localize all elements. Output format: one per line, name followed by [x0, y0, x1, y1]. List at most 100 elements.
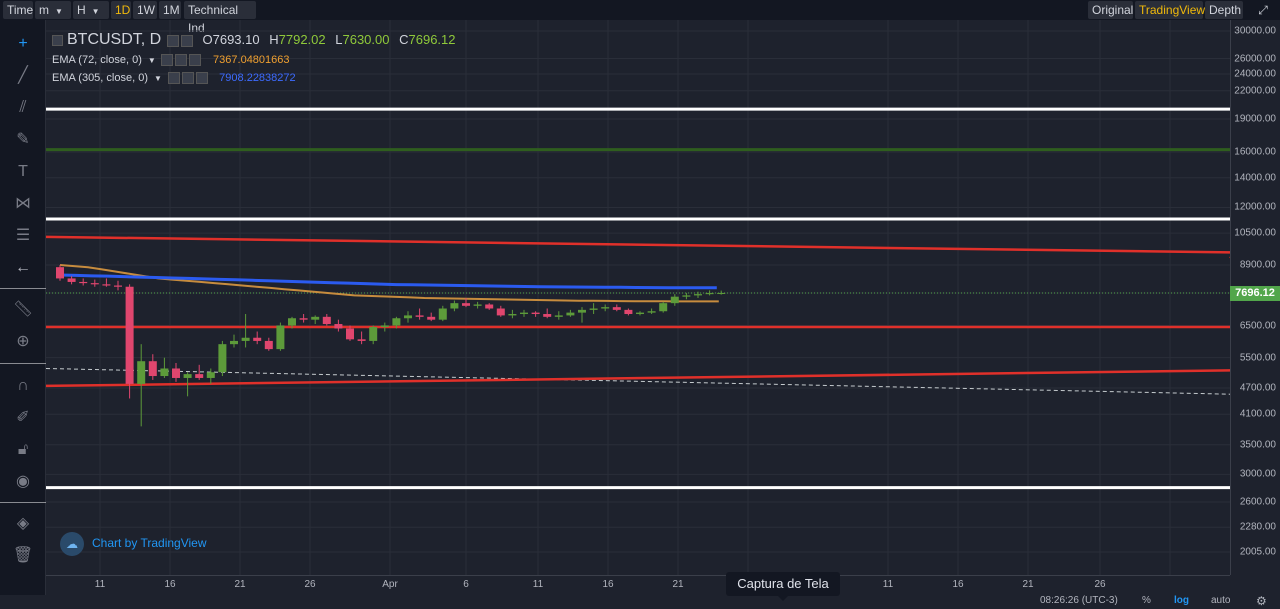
candle-body [288, 318, 296, 326]
trash-icon[interactable]: 🗑︎ [11, 544, 35, 568]
text-icon[interactable]: T [11, 160, 35, 184]
candle-body [508, 314, 517, 316]
candle-body [67, 278, 76, 282]
percent-toggle[interactable]: % [1142, 595, 1151, 606]
gear-icon[interactable]: ⚙ [1256, 594, 1267, 608]
candle-body [322, 316, 331, 325]
candle-body [543, 314, 552, 317]
chevron-down-icon[interactable]: ▼ [148, 56, 156, 65]
price-tick-label: 3000.00 [1239, 468, 1276, 480]
candle-body [473, 304, 482, 306]
current-price-badge: 7696.12 [1230, 286, 1280, 301]
trendline-icon[interactable]: ╱ [11, 64, 35, 88]
candle-body [357, 339, 366, 341]
unlock-icon[interactable]: 🔓︎ [11, 438, 35, 462]
depth-button[interactable]: Depth [1205, 1, 1243, 19]
legend-ohlc-row: BTCUSDT, D O7693.10 H7792.02 L7630.00 C7… [52, 31, 456, 49]
candle-body [485, 304, 494, 309]
interval-1w-button[interactable]: 1W [133, 1, 157, 19]
log-toggle[interactable]: log [1174, 595, 1189, 606]
candle-body [276, 325, 285, 350]
watermark-text: Chart by TradingView [92, 536, 207, 551]
price-tick-label: 2280.00 [1239, 521, 1276, 533]
settings-icon[interactable] [161, 53, 174, 66]
fullscreen-icon[interactable]: ⤢ [1250, 1, 1276, 19]
minutes-label: m [39, 3, 49, 17]
candle-body [636, 312, 644, 315]
price-tick-label: 26000.00 [1234, 53, 1276, 65]
candle-body [554, 315, 563, 317]
technical-indicators-button[interactable]: Technical Ind [184, 1, 256, 35]
interval-1m-button[interactable]: 1M [159, 1, 181, 19]
original-button[interactable]: Original [1088, 1, 1133, 19]
fib-icon[interactable]: ⫽ [11, 96, 35, 120]
candle-body [520, 312, 528, 315]
source-icon[interactable] [181, 71, 194, 84]
close-icon[interactable] [189, 53, 202, 66]
tradingview-watermark[interactable]: ☁ Chart by TradingView [60, 532, 207, 556]
zoom-in-icon[interactable]: ⊕ [11, 330, 35, 354]
collapse-icon[interactable] [52, 35, 63, 47]
ema305-line [59, 273, 717, 290]
crosshair-icon[interactable]: + [11, 32, 35, 56]
price-tick-label: 14000.00 [1234, 172, 1276, 184]
source-icon[interactable] [180, 34, 193, 47]
candle-body [195, 374, 204, 378]
hours-dropdown[interactable]: H ▼ [73, 1, 109, 19]
settings-icon[interactable] [166, 34, 179, 47]
ema72-label[interactable]: EMA (72, close, 0) [52, 54, 142, 66]
time-tick-label: 16 [952, 579, 964, 590]
back-arrow-icon[interactable]: ← [11, 256, 35, 280]
price-tick-label: 4100.00 [1239, 408, 1276, 420]
tooltip-text: Captura de Tela [737, 576, 829, 591]
legend-ema305-row: EMA (305, close, 0) ▼ 7908.22838272 [52, 69, 296, 84]
auto-toggle[interactable]: auto [1211, 595, 1230, 606]
candle-body [125, 286, 134, 384]
candle-body [311, 316, 320, 320]
tradingview-button[interactable]: TradingView [1135, 1, 1205, 19]
ruler-icon[interactable]: 📏︎ [11, 298, 35, 322]
settings-icon[interactable] [167, 71, 180, 84]
candle-body [369, 326, 378, 341]
pattern-icon[interactable]: ⋈ [11, 192, 35, 216]
top-toolbar: Time m ▼ H ▼ 1D 1W 1M Technical Ind Origin… [0, 0, 1280, 35]
candle-body [172, 368, 180, 378]
chevron-down-icon: ▼ [55, 7, 63, 16]
price-tick-label: 30000.00 [1234, 25, 1276, 37]
candle-body [183, 374, 192, 378]
brush-icon[interactable]: ✎ [11, 128, 35, 152]
time-axis[interactable]: 11162126Apr6111621611162126 [46, 575, 1230, 595]
candle-body [404, 315, 412, 319]
time-tick-label: 16 [164, 579, 176, 590]
eye-icon[interactable]: ◉ [11, 470, 35, 494]
close-icon[interactable] [195, 71, 208, 84]
layers-icon[interactable]: ◈ [11, 512, 35, 536]
minutes-dropdown[interactable]: m ▼ [35, 1, 71, 19]
source-icon[interactable] [175, 53, 188, 66]
candle-body [612, 307, 621, 310]
interval-1d-button[interactable]: 1D [111, 1, 131, 19]
ema305-label[interactable]: EMA (305, close, 0) [52, 72, 148, 84]
magnet-icon[interactable]: ∩ [11, 374, 35, 398]
candle-body [427, 316, 436, 320]
candle-body [705, 293, 714, 295]
toolbar-divider [0, 363, 46, 364]
lock-drawing-icon[interactable]: ✐ [11, 406, 35, 430]
candle-body [578, 309, 586, 313]
tooltip: Captura de Tela [726, 572, 840, 601]
price-tick-label: 2600.00 [1239, 496, 1276, 508]
candle-body [438, 308, 447, 320]
legend-ema72-row: EMA (72, close, 0) ▼ 7367.04801663 [52, 51, 290, 66]
price-tick-label: 19000.00 [1234, 113, 1276, 125]
open-label: O [202, 32, 213, 47]
price-chart[interactable] [46, 20, 1230, 575]
candle-body [90, 283, 99, 285]
prediction-icon[interactable]: ☰ [11, 224, 35, 248]
time-tick-label: 21 [234, 579, 246, 590]
candle-body [218, 344, 227, 373]
close-value: 7696.12 [408, 32, 456, 47]
candle-body [253, 337, 262, 341]
chevron-down-icon[interactable]: ▼ [154, 74, 162, 83]
candle-body [56, 267, 64, 279]
price-tick-label: 2005.00 [1239, 546, 1276, 558]
